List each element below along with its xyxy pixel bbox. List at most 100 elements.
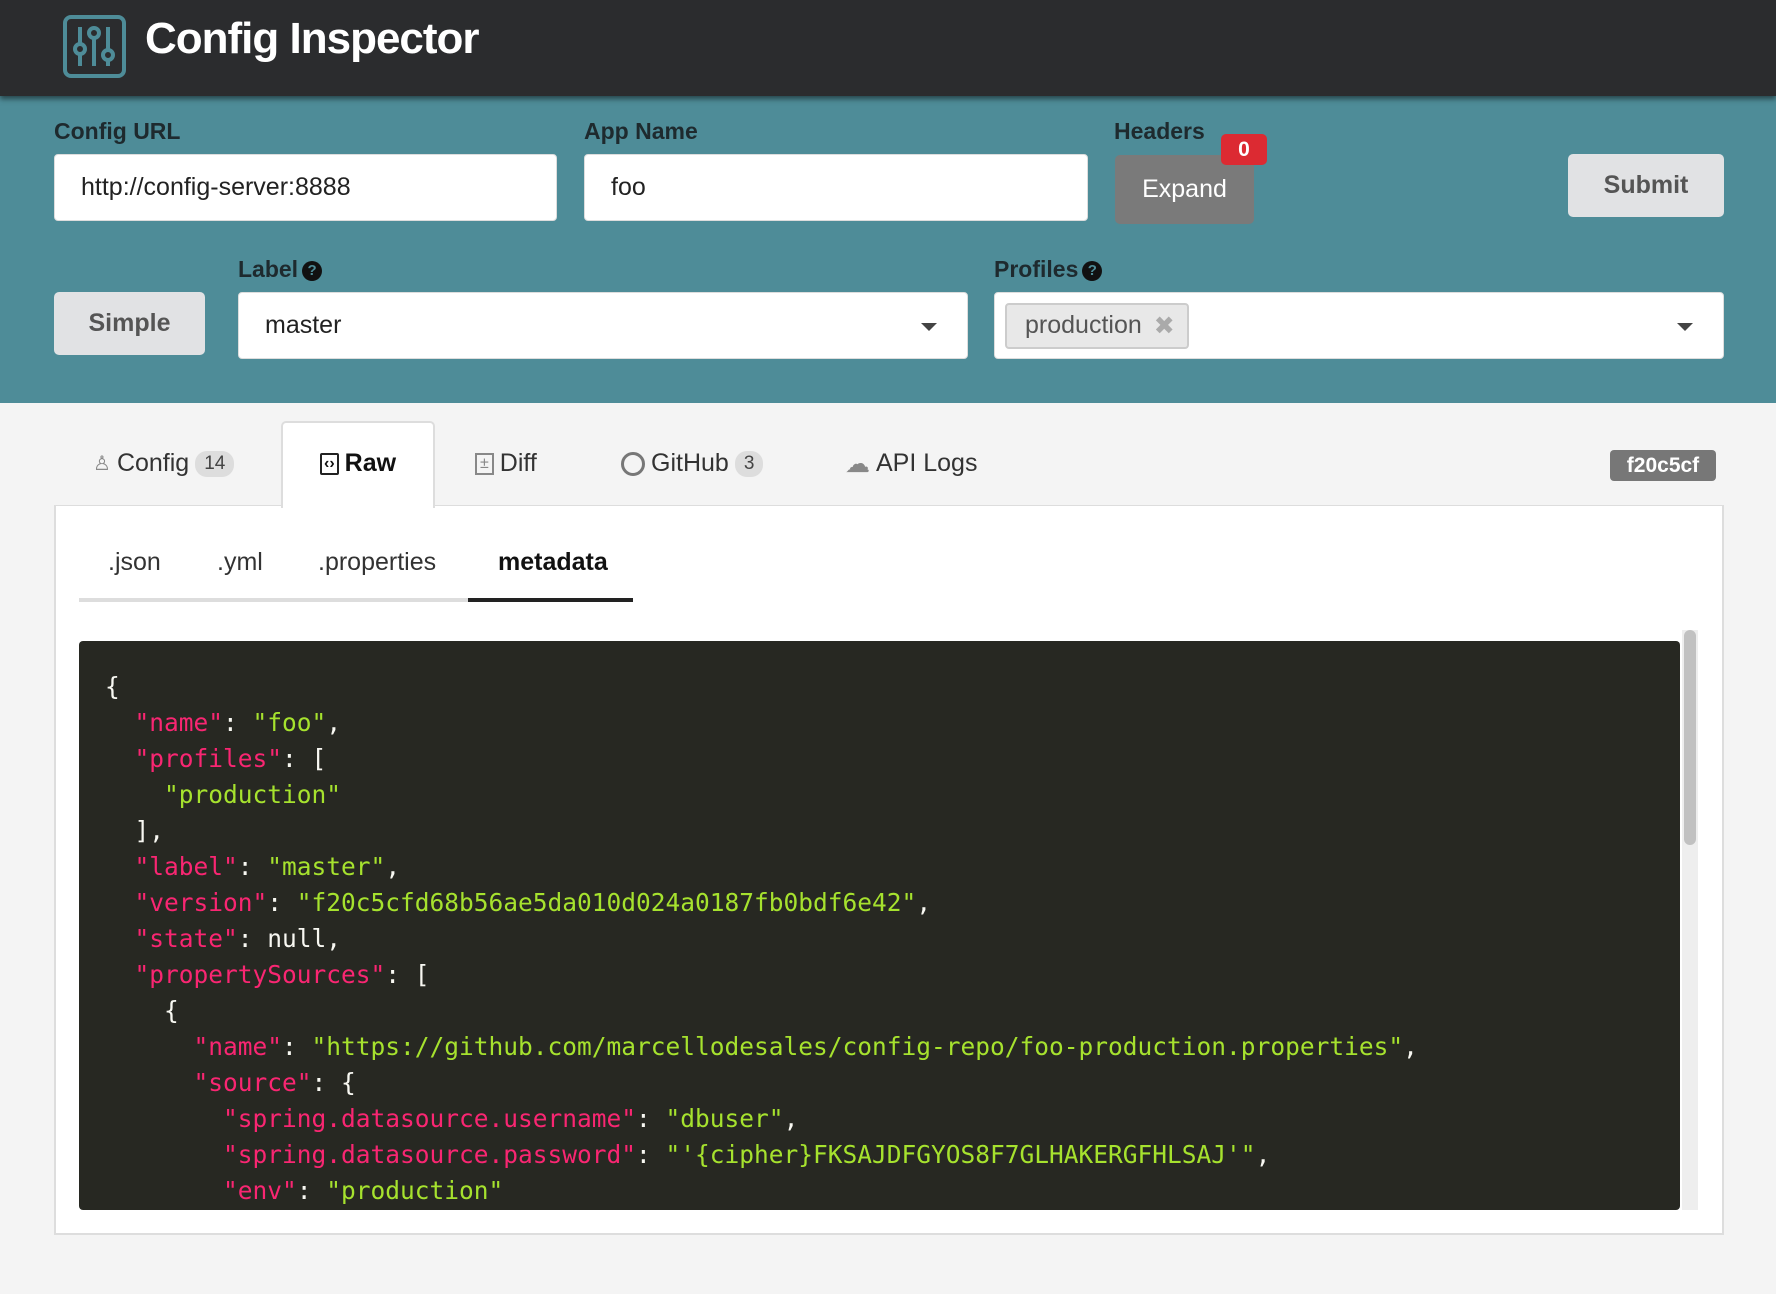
code-line: { [105, 669, 1680, 705]
subtab-yml[interactable]: .yml [217, 548, 263, 577]
config-url-label: Config URL [54, 118, 180, 145]
metadata-code-block: { "name": "foo", "profiles": [ "producti… [79, 641, 1680, 1210]
json-punct: : [297, 1176, 327, 1205]
simple-button[interactable]: Simple [54, 292, 205, 355]
json-punct [105, 1032, 194, 1061]
code-line: "label": "master", [105, 849, 1680, 885]
subtab-properties[interactable]: .properties [318, 548, 436, 577]
tab-diff[interactable]: ± Diff [475, 421, 537, 506]
json-key: "state" [135, 924, 238, 953]
json-punct: , [385, 852, 400, 881]
subtab-active-indicator [468, 598, 633, 602]
json-key: "propertySources" [135, 960, 386, 989]
json-key: "source" [194, 1068, 312, 1097]
github-icon [621, 452, 645, 476]
chevron-down-icon [1677, 323, 1693, 331]
remove-tag-icon[interactable]: ✖ [1154, 311, 1175, 341]
json-punct [105, 852, 135, 881]
code-line: "state": null, [105, 921, 1680, 957]
json-punct [105, 1104, 223, 1133]
tab-raw[interactable]: ‹› Raw [320, 421, 396, 506]
code-line: "spring.datasource.username": "dbuser", [105, 1101, 1680, 1137]
json-punct: , [784, 1104, 799, 1133]
app-name-label: App Name [584, 118, 698, 145]
json-punct: { [105, 672, 120, 701]
app-header: Config Inspector [0, 0, 1776, 96]
scrollbar-thumb[interactable] [1684, 630, 1696, 845]
json-punct: , [1403, 1032, 1418, 1061]
label-select-value: master [265, 311, 341, 340]
tab-github[interactable]: GitHub3 [621, 421, 763, 506]
config-url-input[interactable]: http://config-server:8888 [54, 154, 557, 221]
tab-label: GitHub [651, 449, 729, 478]
json-punct: : { [312, 1068, 356, 1097]
code-line: ], [105, 813, 1680, 849]
help-icon[interactable]: ? [1082, 261, 1102, 281]
code-line: "name": "foo", [105, 705, 1680, 741]
headers-count-badge: 0 [1221, 134, 1267, 165]
code-line: "source": { [105, 1065, 1680, 1101]
json-key: "label" [135, 852, 238, 881]
json-punct [105, 780, 164, 809]
json-key: "spring.datasource.password" [223, 1140, 636, 1169]
subtab-json[interactable]: .json [108, 548, 161, 577]
json-key: "name" [135, 708, 224, 737]
json-punct: ], [105, 816, 164, 845]
json-punct [105, 1068, 194, 1097]
expand-headers-button[interactable]: Expand [1115, 155, 1254, 224]
json-punct [105, 1140, 223, 1169]
json-punct: , [1256, 1140, 1271, 1169]
profile-tag-label: production [1025, 311, 1142, 341]
tab-label: Raw [345, 449, 396, 478]
json-punct [105, 708, 135, 737]
json-key: "env" [223, 1176, 297, 1205]
subtab-metadata[interactable]: metadata [498, 548, 608, 577]
code-scrollbar[interactable] [1682, 630, 1698, 1210]
json-string: "production" [326, 1176, 503, 1205]
json-punct: : [223, 708, 253, 737]
label-select[interactable]: master [238, 292, 968, 359]
json-punct [105, 1176, 223, 1205]
json-punct: : null, [238, 924, 341, 953]
json-punct: : [282, 1032, 312, 1061]
tab-api-logs[interactable]: ☁API Logs [845, 421, 977, 506]
json-string: "'{cipher}FKSAJDFGYOS8F7GLHAKERGFHLSAJ'" [666, 1140, 1256, 1169]
json-punct: : [ [282, 744, 326, 773]
submit-button[interactable]: Submit [1568, 154, 1724, 217]
sliders-logo-icon [63, 15, 126, 78]
code-line: "name": "https://github.com/marcellodesa… [105, 1029, 1680, 1065]
json-punct [105, 744, 135, 773]
code-line: "spring.datasource.password": "'{cipher}… [105, 1137, 1680, 1173]
file-code-icon: ‹› [320, 453, 339, 475]
tab-count: 3 [735, 451, 764, 477]
tab-label: Config [117, 449, 189, 478]
json-punct [105, 924, 135, 953]
json-string: "dbuser" [666, 1104, 784, 1133]
code-line: "profiles": [ [105, 741, 1680, 777]
json-punct: : [636, 1140, 666, 1169]
json-punct: : [ [385, 960, 429, 989]
json-key: "name" [194, 1032, 283, 1061]
tab-count: 14 [195, 451, 234, 477]
label-field-text: Label [238, 256, 298, 282]
tab-config[interactable]: ♙Config14 [93, 421, 234, 506]
app-title: Config Inspector [145, 14, 479, 64]
help-icon[interactable]: ? [302, 261, 322, 281]
json-string: "foo" [253, 708, 327, 737]
sitemap-icon: ♙ [93, 451, 111, 476]
cloud-icon: ☁ [845, 449, 870, 479]
profile-tag: production ✖ [1005, 303, 1189, 349]
json-punct: : [636, 1104, 666, 1133]
code-line: { [105, 993, 1680, 1029]
json-punct: { [105, 996, 179, 1025]
json-punct [105, 888, 135, 917]
tab-label: Diff [500, 449, 537, 478]
json-string: "f20c5cfd68b56ae5da010d024a0187fb0bdf6e4… [297, 888, 917, 917]
json-punct: : [267, 888, 297, 917]
app-name-input[interactable]: foo [584, 154, 1088, 221]
json-string: "master" [267, 852, 385, 881]
json-key: "spring.datasource.username" [223, 1104, 636, 1133]
profiles-select[interactable]: production ✖ [994, 292, 1724, 359]
code-line: "version": "f20c5cfd68b56ae5da010d024a01… [105, 885, 1680, 921]
diff-file-icon: ± [475, 453, 494, 475]
